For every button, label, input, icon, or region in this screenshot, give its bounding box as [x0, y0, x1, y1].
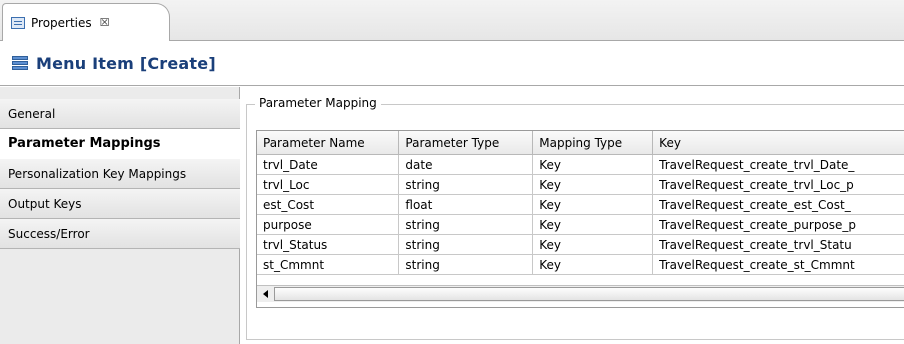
column-header-parameter-name[interactable]: Parameter Name	[257, 131, 400, 155]
view-tab-strip: Properties ☒	[0, 0, 904, 41]
nav-item-label: Output Keys	[8, 196, 82, 211]
table-cell: string	[398, 214, 534, 235]
table-cell: st_Cmmnt	[257, 254, 400, 275]
table-row[interactable]: st_Cmmnt string Key TravelRequest_create…	[257, 254, 904, 275]
nav-item-output-keys[interactable]: Output Keys	[0, 189, 240, 219]
nav-item-personalization-key-mappings[interactable]: Personalization Key Mappings	[0, 159, 240, 189]
tab-label: Properties	[31, 15, 92, 30]
scrollbar-thumb[interactable]	[274, 287, 904, 301]
table-cell: string	[398, 254, 534, 275]
table-cell: date	[398, 154, 534, 175]
table-cell: Key	[532, 254, 654, 275]
table-cell: Key	[532, 154, 654, 175]
table-header-row: Parameter Name Parameter Type Mapping Ty…	[257, 131, 904, 155]
table-cell: purpose	[257, 214, 400, 235]
nav-item-label: Personalization Key Mappings	[8, 166, 187, 181]
table-row[interactable]: est_Cost float Key TravelRequest_create_…	[257, 194, 904, 215]
table-cell: TravelRequest_create_trvl_Statu	[652, 234, 904, 255]
table-cell: est_Cost	[257, 194, 400, 215]
tab-properties[interactable]: Properties ☒	[2, 3, 170, 41]
parameter-mapping-table[interactable]: Parameter Name Parameter Type Mapping Ty…	[256, 130, 904, 308]
table-row[interactable]: purpose string Key TravelRequest_create_…	[257, 214, 904, 235]
table-cell: Key	[532, 174, 654, 195]
column-header-key[interactable]: Key	[652, 131, 904, 155]
nav-item-general[interactable]: General	[0, 99, 240, 129]
property-sections-nav: General Parameter Mappings Personalizati…	[0, 87, 241, 344]
menu-item-icon	[12, 55, 28, 71]
table-cell: TravelRequest_create_st_Cmmnt	[652, 254, 904, 275]
nav-item-label: Success/Error	[8, 226, 90, 241]
nav-item-label: Parameter Mappings	[8, 136, 161, 151]
close-icon[interactable]: ☒	[100, 16, 110, 29]
table-cell: TravelRequest_create_trvl_Date_	[652, 154, 904, 175]
table-cell: TravelRequest_create_est_Cost_	[652, 194, 904, 215]
table-cell: string	[398, 234, 534, 255]
table-cell: trvl_Status	[257, 234, 400, 255]
table-row[interactable]: trvl_Loc string Key TravelRequest_create…	[257, 174, 904, 195]
group-label: Parameter Mapping	[255, 96, 381, 110]
table-cell: Key	[532, 194, 654, 215]
table-cell: Key	[532, 214, 654, 235]
table-cell: TravelRequest_create_purpose_p	[652, 214, 904, 235]
column-header-mapping-type[interactable]: Mapping Type	[532, 131, 654, 155]
table-cell: float	[398, 194, 534, 215]
nav-item-parameter-mappings[interactable]: Parameter Mappings	[0, 129, 241, 159]
table-cell: Key	[532, 234, 654, 255]
table-row[interactable]: trvl_Date date Key TravelRequest_create_…	[257, 154, 904, 175]
table-cell: string	[398, 174, 534, 195]
page-title: Menu Item [Create]	[36, 53, 216, 73]
horizontal-scrollbar[interactable]	[257, 285, 904, 302]
page-title-bar: Menu Item [Create]	[0, 41, 904, 86]
nav-item-label: General	[8, 106, 56, 121]
scroll-left-arrow-icon[interactable]	[258, 287, 272, 301]
table-cell: trvl_Date	[257, 154, 400, 175]
properties-icon	[11, 16, 25, 29]
table-cell: TravelRequest_create_trvl_Loc_p	[652, 174, 904, 195]
column-header-parameter-type[interactable]: Parameter Type	[398, 131, 534, 155]
nav-item-success-error[interactable]: Success/Error	[0, 219, 240, 249]
table-row[interactable]: trvl_Status string Key TravelRequest_cre…	[257, 234, 904, 255]
table-cell: trvl_Loc	[257, 174, 400, 195]
